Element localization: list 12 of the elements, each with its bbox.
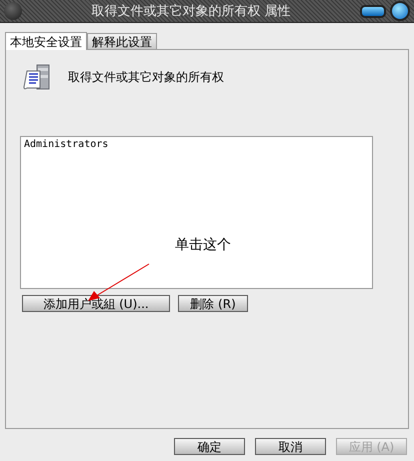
tab[interactable]: 本地安全设置 <box>5 32 87 50</box>
button[interactable]: 确定 <box>174 438 245 455</box>
close-button[interactable] <box>390 1 410 21</box>
tab[interactable]: 解释此设置 <box>87 33 157 49</box>
annotation-text: 单击这个 <box>175 236 231 254</box>
policy-title: 取得文件或其它对象的所有权 <box>68 69 224 86</box>
button[interactable]: 取消 <box>255 438 326 455</box>
list-item[interactable]: Administrators <box>24 139 369 150</box>
window-title: 取得文件或其它对象的所有权 属性 <box>90 3 292 20</box>
minimize-button[interactable] <box>360 4 386 18</box>
button[interactable]: 添加用户或組 (U)... <box>22 295 170 312</box>
button[interactable]: 删除 (R) <box>178 295 248 312</box>
